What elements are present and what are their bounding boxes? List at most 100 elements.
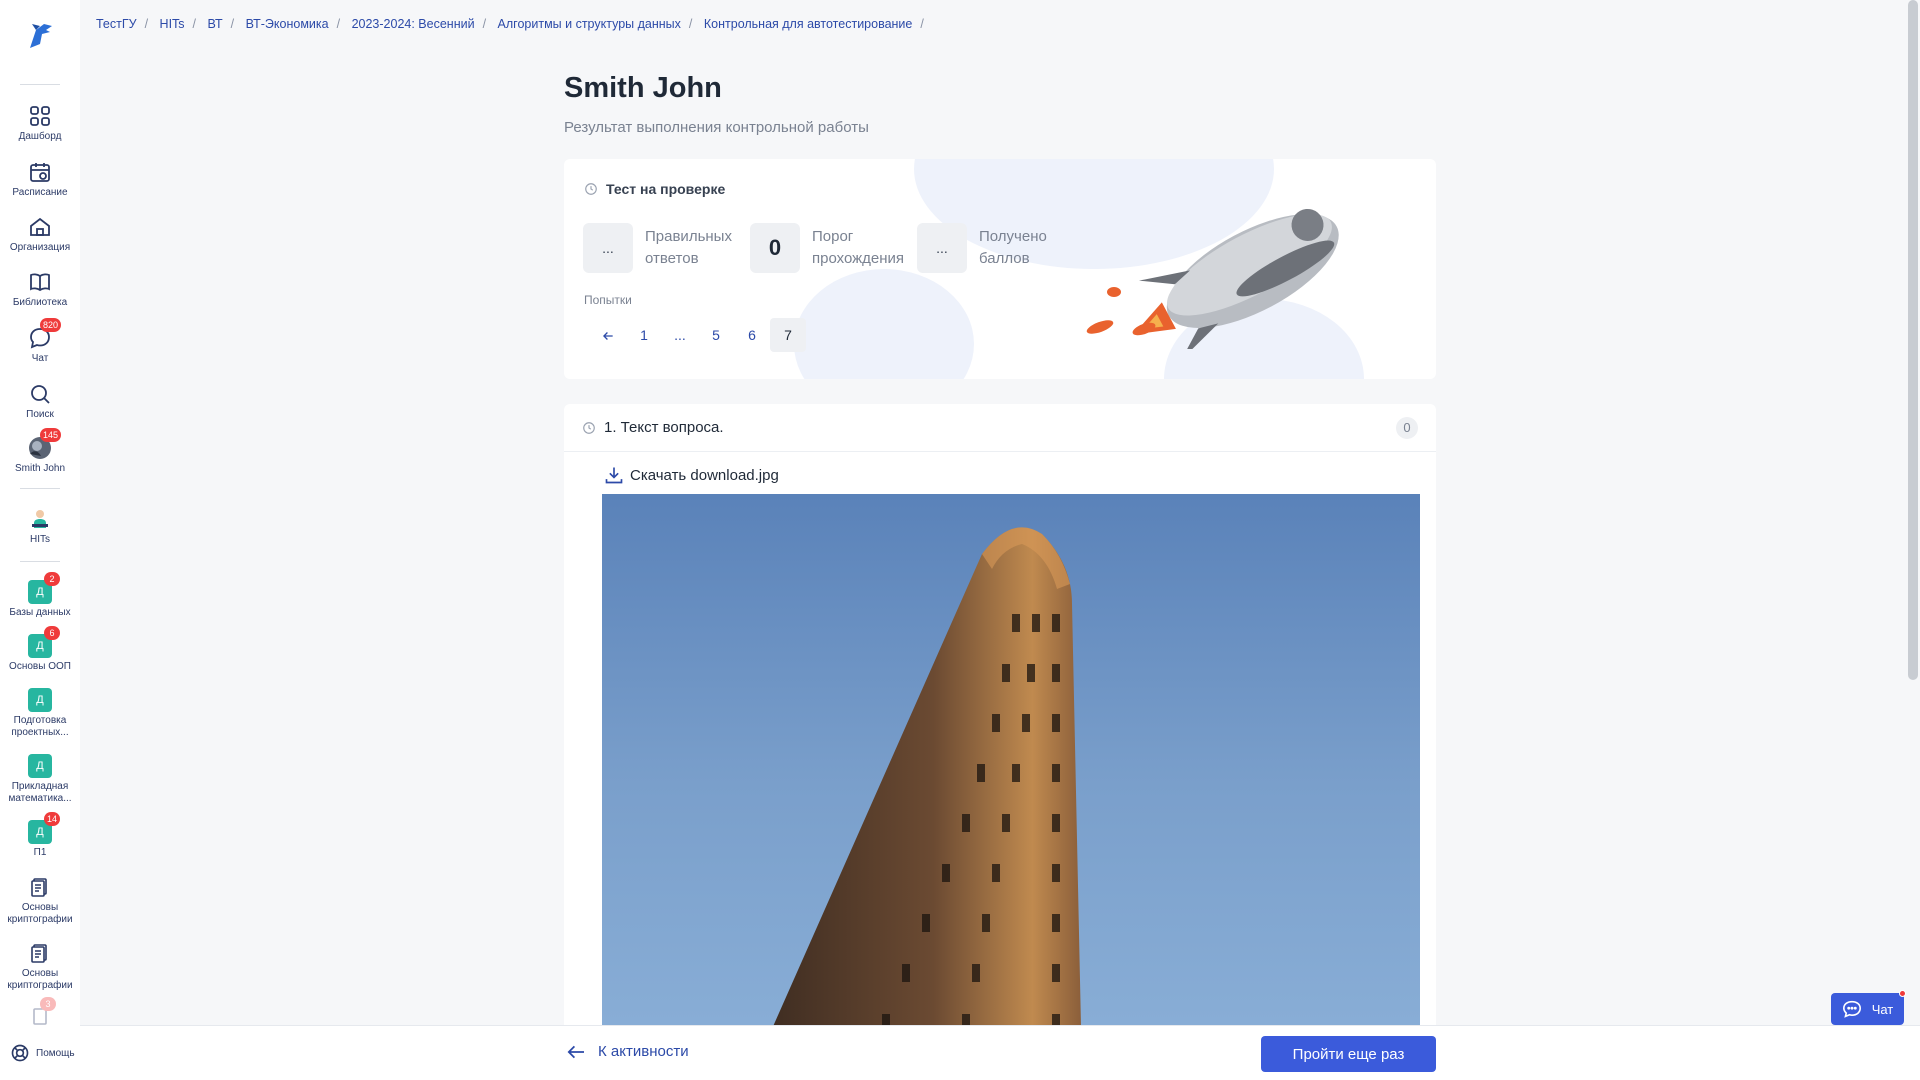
attempts-label: Попытки [584,293,632,307]
sidebar-item-label: Организация [9,242,71,253]
sidebar-item-dashboard[interactable]: Дашборд [0,104,80,143]
breadcrumb-separator: / [230,17,235,31]
course-icon: Д 14 [28,812,61,844]
download-link[interactable]: Скачать download.jpg [604,465,779,485]
sidebar-item-label: Библиотека [12,297,68,308]
breadcrumb-separator: / [482,17,487,31]
background-blob [794,269,974,379]
sidebar-item-library[interactable]: Библиотека [0,270,80,309]
sidebar-item-profile[interactable]: 145 Smith John [0,428,80,475]
sidebar-item-label: HITs [30,534,50,545]
sidebar-item-label: Основы криптографии [7,902,73,925]
lifebuoy-icon [11,1044,29,1062]
question-card: 1. Текст вопроса. 0 Скачать download.jpg [564,404,1436,1064]
sidebar-course-faded[interactable]: 3 [0,997,80,1032]
sidebar-divider [20,488,60,489]
sidebar-divider [20,84,60,85]
breadcrumb-separator: / [144,17,149,31]
sidebar-item-schedule[interactable]: Расписание [0,160,80,199]
sidebar-item-chat[interactable]: 820 Чат [0,318,80,365]
clock-icon [583,421,595,434]
breadcrumb-item[interactable]: ТестГУ [96,17,137,31]
sidebar-item-organization[interactable]: Организация [0,215,80,254]
question-header: 1. Текст вопроса. 0 [564,404,1436,452]
result-card: Тест на проверке ... Правильных ответов … [564,159,1436,379]
sidebar-item-search[interactable]: Поиск [0,382,80,421]
sidebar-item-label: Базы данных [9,607,71,618]
page-title: Smith John [564,72,722,104]
arrow-left-icon [603,332,613,341]
document-icon [31,878,47,897]
download-icon [605,467,623,484]
course-icon: Д2 [28,572,60,604]
sidebar-course-crypto-2[interactable]: Основы криптографии [0,941,80,992]
sidebar-course-databases[interactable]: Д2 Базы данных [0,572,80,619]
chat-icon [1842,1000,1861,1018]
sidebar-course-math[interactable]: Д Прикладная математика... [0,754,80,805]
course-count-badge: 6 [44,626,60,640]
breadcrumb-separator: / [920,17,924,31]
chat-count-badge: 820 [40,318,62,332]
page-scrollbar[interactable] [1908,0,1918,680]
notification-dot [1899,990,1906,997]
stat-value: 0 [750,223,800,273]
download-label: Скачать download.jpg [630,466,779,484]
breadcrumb-item[interactable]: Контрольная для автотестирование [704,17,913,31]
back-label: К активности [598,1043,689,1060]
sidebar-divider [20,561,60,562]
retry-button[interactable]: Пройти еще раз [1261,1036,1436,1072]
sidebar-course-crypto[interactable]: Основы криптографии [0,875,80,926]
chat-widget-label: Чат [1871,1001,1894,1017]
course-icon: Д [28,688,52,712]
sidebar-course-projects[interactable]: Д Подготовка проектных... [0,688,80,739]
sidebar-item-label: Основы криптографии [7,968,73,991]
sidebar-item-label: П1 [33,847,47,858]
sidebar-course-p1[interactable]: Д 14 П1 [0,812,80,859]
help-label: Помощь [36,1047,75,1059]
logo-icon[interactable] [22,18,58,54]
chat-widget-button[interactable]: Чат [1831,990,1906,1025]
breadcrumb-item[interactable]: ВТ [208,17,223,31]
course-count-badge: 3 [40,997,56,1011]
stat-correct-answers: ... Правильных ответов [583,223,745,273]
question-image [602,494,1420,1064]
page-subtitle: Результат выполнения контрольной работы [564,119,869,136]
course-count-badge: 14 [44,812,61,826]
pager-page[interactable]: 1 [626,318,662,352]
home-icon [30,217,50,236]
building-photo [756,527,1082,1064]
sidebar-course-oop[interactable]: Д6 Основы ООП [0,626,80,673]
stat-value: ... [917,223,967,273]
bottom-action-bar: К активности Пройти еще раз [80,1025,1920,1080]
course-icon: Д [28,754,52,778]
pager-ellipsis[interactable]: ... [662,318,698,352]
stat-pass-threshold: 0 Порог прохождения [750,223,912,273]
back-to-activity-link[interactable]: К активности [566,1043,689,1060]
breadcrumb-item[interactable]: HITs [160,17,185,31]
document-icon [31,944,47,963]
profile-count-badge: 145 [40,428,62,442]
breadcrumb-separator: / [688,17,693,31]
pager-prev-button[interactable] [590,318,626,352]
question-title: 1. Текст вопроса. [604,419,724,436]
course-icon: Д6 [28,626,60,658]
breadcrumb-item[interactable]: 2023-2024: Весенний [352,17,475,31]
pager-page[interactable]: 6 [734,318,770,352]
help-button[interactable]: Помощь [10,1043,75,1063]
breadcrumb-item[interactable]: ВТ-Экономика [246,17,329,31]
pager-page-active[interactable]: 7 [770,318,806,352]
search-icon [31,385,50,404]
sidebar-item-hits[interactable]: HITs [0,507,80,546]
breadcrumb-item[interactable]: Алгоритмы и структуры данных [498,17,681,31]
status-label: Тест на проверке [606,181,726,197]
sidebar: Дашборд Расписание Организация Библиотек… [0,0,80,1080]
pager-page[interactable]: 5 [698,318,734,352]
breadcrumb-separator: / [336,17,341,31]
stat-label: Получено баллов [979,228,1047,267]
course-count-badge: 2 [44,572,60,586]
calendar-icon [30,163,50,182]
clock-icon [585,183,597,195]
breadcrumb: ТестГУ / HITs / ВТ / ВТ-Экономика / 2023-202… [96,17,932,31]
sidebar-item-label: Расписание [12,187,68,198]
sidebar-item-label: Дашборд [18,131,62,142]
